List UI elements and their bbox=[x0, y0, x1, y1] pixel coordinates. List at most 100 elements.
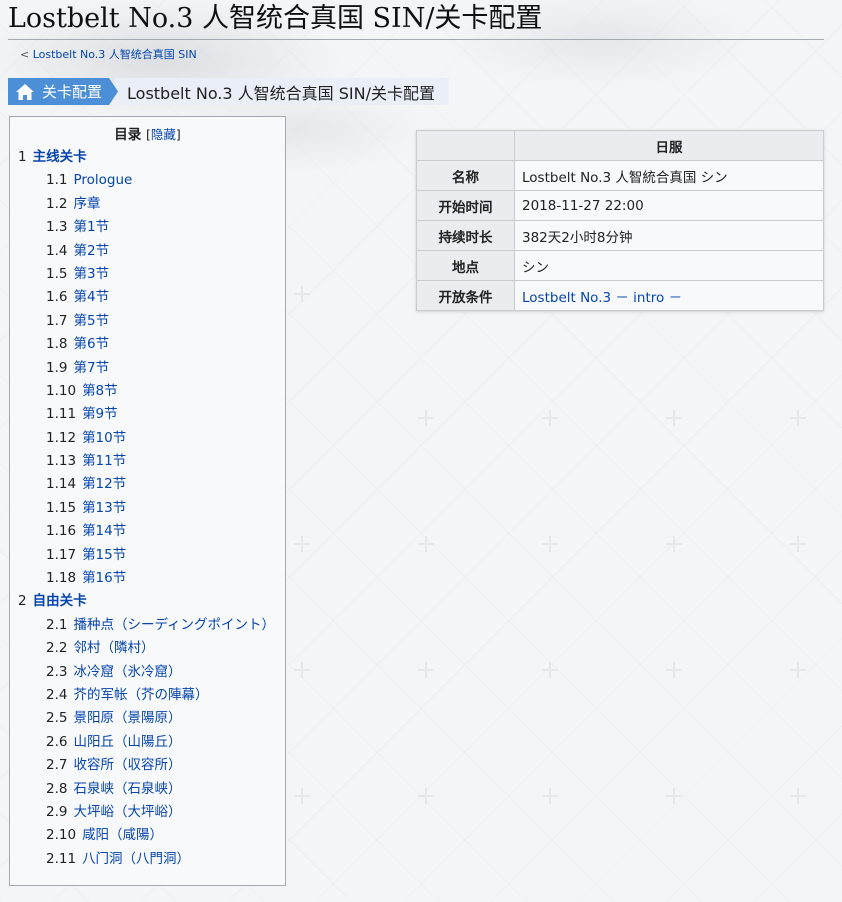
toc-subsection[interactable]: 2.7 收容所（収容所） bbox=[18, 754, 277, 777]
infobox-row: 地点 シン bbox=[416, 250, 824, 281]
parent-page-link[interactable]: Lostbelt No.3 人智统合真国 SIN bbox=[33, 48, 197, 61]
toc-number: 1.8 bbox=[46, 336, 68, 353]
toc-link[interactable]: 自由关卡 bbox=[33, 593, 87, 609]
infobox-row-value: Lostbelt No.3 人智統合真国 シン bbox=[514, 160, 824, 191]
infobox-row: 开始时间 2018-11-27 22:00 bbox=[416, 190, 824, 221]
infobox-row: 名称 Lostbelt No.3 人智統合真国 シン bbox=[416, 160, 824, 191]
toc-subsection[interactable]: 1.8 第6节 bbox=[18, 333, 277, 356]
toc-subsection[interactable]: 1.4 第2节 bbox=[18, 240, 277, 263]
infobox-row-label: 开始时间 bbox=[416, 190, 515, 221]
toc-number: 1.1 bbox=[46, 172, 68, 189]
toc-subsection[interactable]: 1.11 第9节 bbox=[18, 403, 277, 426]
toc-link[interactable]: 第2节 bbox=[73, 243, 109, 259]
toc-number: 1.2 bbox=[46, 195, 68, 212]
toc-number: 2.11 bbox=[46, 850, 77, 867]
toc-subsection[interactable]: 2.1 播种点（シーディングポイント） bbox=[18, 614, 277, 637]
toc-subsection[interactable]: 1.1 Prologue bbox=[18, 169, 277, 192]
toc-link[interactable]: 第5节 bbox=[73, 313, 109, 329]
toc-number: 1.4 bbox=[46, 242, 68, 259]
toc-subsection[interactable]: 2.6 山阳丘（山陽丘） bbox=[18, 731, 277, 754]
toc-number: 1.3 bbox=[46, 219, 68, 236]
infobox-row-value: Lostbelt No.3 － intro － bbox=[514, 280, 824, 311]
toc-link[interactable]: 序章 bbox=[73, 196, 100, 212]
toc-link[interactable]: 第13节 bbox=[82, 500, 126, 516]
toc-link[interactable]: 邻村（隣村） bbox=[73, 640, 154, 656]
toc-link[interactable]: 冰冷窟（氷冷窟） bbox=[73, 664, 181, 680]
infobox-row-value: シン bbox=[514, 250, 824, 281]
toc-subsection[interactable]: 2.11 八门洞（八門洞） bbox=[18, 848, 277, 871]
toc-subsection[interactable]: 1.10 第8节 bbox=[18, 380, 277, 403]
open-condition-link[interactable]: Lostbelt No.3 － intro － bbox=[522, 290, 682, 306]
toc-link[interactable]: 山阳丘（山陽丘） bbox=[73, 734, 181, 750]
toc-subsection[interactable]: 1.18 第16节 bbox=[18, 567, 277, 590]
toc-link[interactable]: 第9节 bbox=[82, 406, 118, 422]
toc-link[interactable]: 第14节 bbox=[82, 523, 126, 539]
infobox-row-label: 名称 bbox=[416, 160, 515, 191]
toc-link[interactable]: 第3节 bbox=[73, 266, 109, 282]
toc-link[interactable]: 收容所（収容所） bbox=[73, 757, 181, 773]
toc-link[interactable]: 第12节 bbox=[82, 476, 126, 492]
toc-link[interactable]: 第7节 bbox=[73, 360, 109, 376]
toc-subsection[interactable]: 1.14 第12节 bbox=[18, 473, 277, 496]
toc-number: 2 bbox=[18, 593, 27, 610]
toc-number: 1.17 bbox=[46, 546, 77, 563]
toc-subsection[interactable]: 2.5 景阳原（景陽原） bbox=[18, 707, 277, 730]
toc-subsection[interactable]: 1.12 第10节 bbox=[18, 427, 277, 450]
home-icon bbox=[14, 82, 36, 102]
toc-title: 目录 bbox=[114, 127, 142, 143]
toc-link[interactable]: Prologue bbox=[73, 172, 132, 188]
page-title: Lostbelt No.3 人智统合真国 SIN/关卡配置 bbox=[8, 3, 543, 34]
toc-link[interactable]: 石泉峡（石泉峡） bbox=[73, 781, 181, 797]
toc-link[interactable]: 第1节 bbox=[73, 219, 109, 235]
toc-link[interactable]: 八门洞（八門洞） bbox=[82, 851, 190, 867]
toc-list: 1 主线关卡 1.1 Prologue 1.2 序章 1.3 第1节 1.4 第2节 1.5 第3节 1… bbox=[18, 146, 277, 871]
toc-subsection[interactable]: 2.4 芥的军帐（芥の陣幕） bbox=[18, 684, 277, 707]
toc-subsection[interactable]: 2.2 邻村（隣村） bbox=[18, 637, 277, 660]
infobox-row-label: 开放条件 bbox=[416, 280, 515, 311]
breadcrumb-home-label: 关卡配置 bbox=[42, 83, 103, 101]
toc-number: 2.8 bbox=[46, 780, 68, 797]
toc-toggle-label[interactable]: 隐藏 bbox=[151, 127, 176, 142]
toc-section[interactable]: 2 自由关卡 bbox=[18, 590, 277, 613]
toc-number: 2.6 bbox=[46, 733, 68, 750]
toc-subsection[interactable]: 2.10 咸阳（咸陽） bbox=[18, 824, 277, 847]
toc-subsection[interactable]: 1.9 第7节 bbox=[18, 357, 277, 380]
toc-link[interactable]: 第11节 bbox=[82, 453, 126, 469]
toc-subsection[interactable]: 2.9 大坪峪（大坪峪） bbox=[18, 801, 277, 824]
toc-link[interactable]: 播种点（シーディングポイント） bbox=[73, 617, 275, 633]
toc-subsection[interactable]: 1.3 第1节 bbox=[18, 216, 277, 239]
toc-section[interactable]: 1 主线关卡 bbox=[18, 146, 277, 169]
infobox-corner-cell bbox=[416, 130, 515, 161]
toc-subsection[interactable]: 1.16 第14节 bbox=[18, 520, 277, 543]
toc-link[interactable]: 第16节 bbox=[82, 570, 126, 586]
toc-subsection[interactable]: 1.2 序章 bbox=[18, 193, 277, 216]
toc-subsection[interactable]: 2.8 石泉峡（石泉峡） bbox=[18, 778, 277, 801]
toc-link[interactable]: 第6节 bbox=[73, 336, 109, 352]
toc-link[interactable]: 第15节 bbox=[82, 547, 126, 563]
toc-subsection[interactable]: 1.5 第3节 bbox=[18, 263, 277, 286]
toc-number: 1.9 bbox=[46, 359, 68, 376]
toc-link[interactable]: 第10节 bbox=[82, 430, 126, 446]
subpage-prefix: < bbox=[20, 48, 33, 61]
toc-subsection[interactable]: 1.7 第5节 bbox=[18, 310, 277, 333]
toc-link[interactable]: 主线关卡 bbox=[33, 149, 87, 165]
toc-subsection[interactable]: 1.15 第13节 bbox=[18, 497, 277, 520]
toc-number: 1.13 bbox=[46, 453, 77, 470]
toc-link[interactable]: 第8节 bbox=[82, 383, 118, 399]
toc-subsection[interactable]: 1.13 第11节 bbox=[18, 450, 277, 473]
toc-link[interactable]: 第4节 bbox=[73, 289, 109, 305]
toc-subsection[interactable]: 1.17 第15节 bbox=[18, 544, 277, 567]
toc-link[interactable]: 芥的军帐（芥の陣幕） bbox=[73, 687, 208, 703]
toc-subsection[interactable]: 2.3 冰冷窟（氷冷窟） bbox=[18, 661, 277, 684]
infobox-body: 名称 Lostbelt No.3 人智統合真国 シン 开始时间 2018-11-27 … bbox=[416, 160, 824, 311]
toc-link[interactable]: 景阳原（景陽原） bbox=[73, 710, 181, 726]
toc-link[interactable]: 大坪峪（大坪峪） bbox=[73, 804, 181, 820]
toc-subsection[interactable]: 1.6 第4节 bbox=[18, 286, 277, 309]
toc-link[interactable]: 咸阳（咸陽） bbox=[82, 827, 163, 843]
toc-number: 1.5 bbox=[46, 265, 68, 282]
toc-number: 2.10 bbox=[46, 827, 77, 844]
table-of-contents: 目录 [隐藏] 1 主线关卡 1.1 Prologue 1.2 序章 1.3 第1节 1.4 第2… bbox=[9, 116, 286, 886]
toc-toggle[interactable]: [隐藏] bbox=[146, 127, 181, 142]
breadcrumb-home[interactable]: 关卡配置 bbox=[8, 78, 118, 105]
toc-number: 2.1 bbox=[46, 616, 68, 633]
